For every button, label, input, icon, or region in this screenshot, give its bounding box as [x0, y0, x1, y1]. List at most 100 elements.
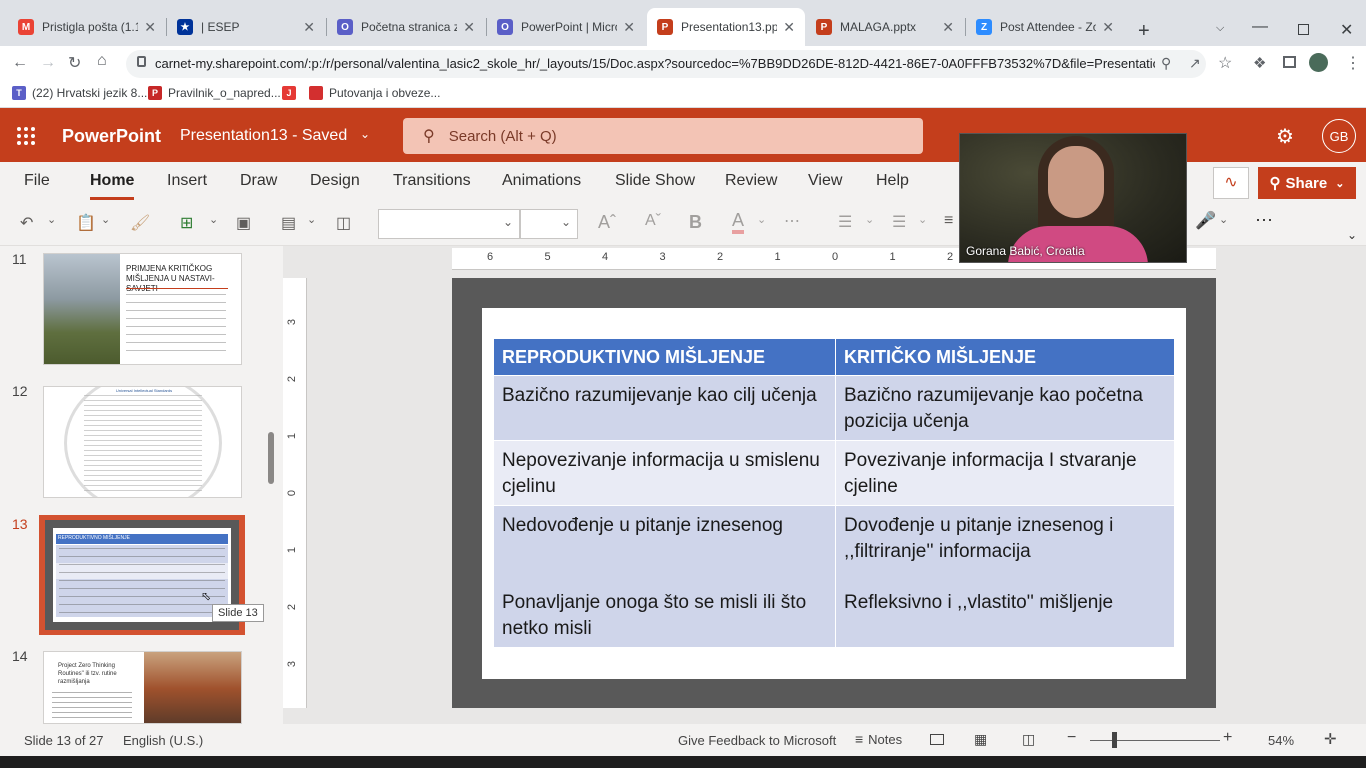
slide-sorter-icon[interactable]: ▦: [974, 731, 987, 748]
browser-tab[interactable]: O Početna stranica za | M ✕: [327, 8, 485, 46]
language-indicator[interactable]: English (U.S.): [123, 733, 203, 748]
activity-button[interactable]: ∿: [1213, 167, 1249, 199]
dictate-microphone-icon[interactable]: 🎤: [1195, 211, 1216, 231]
bookmark-star-icon[interactable]: ☆: [1218, 53, 1232, 73]
table-cell[interactable]: Dovođenje u pitanje iznesenog i ,,filtri…: [835, 505, 1175, 648]
app-name[interactable]: PowerPoint: [62, 126, 161, 147]
tab-review[interactable]: Review: [725, 172, 777, 190]
browser-tab[interactable]: P MALAGA.pptx ✕: [806, 8, 964, 46]
layout-dropdown-icon[interactable]: ⌄: [307, 213, 316, 226]
shape-fill-icon[interactable]: ◫: [336, 213, 351, 233]
browser-tab[interactable]: ★ | ESEP ✕: [167, 8, 325, 46]
tab-view[interactable]: View: [808, 172, 842, 190]
document-title[interactable]: Presentation13 - Saved: [180, 127, 347, 145]
table-cell[interactable]: Nedovođenje u pitanje iznesenog Ponavlja…: [493, 505, 836, 648]
tab-slide-show[interactable]: Slide Show: [615, 172, 695, 190]
bullets-icon[interactable]: ☰: [838, 212, 852, 232]
tab-help[interactable]: Help: [876, 172, 909, 190]
bold-icon[interactable]: B: [689, 212, 702, 233]
table-cell[interactable]: Nepovezivanje informacija u smislenu cje…: [493, 440, 836, 506]
tab-close-icon[interactable]: ✕: [942, 19, 954, 36]
zoom-slider[interactable]: [1090, 740, 1220, 741]
numbering-icon[interactable]: ☰: [892, 212, 906, 232]
tab-design[interactable]: Design: [310, 172, 360, 190]
tab-file[interactable]: File: [24, 172, 50, 190]
more-font-options-icon[interactable]: ⋯: [784, 211, 800, 231]
zoom-level[interactable]: 54%: [1268, 733, 1294, 748]
fit-to-window-icon[interactable]: ✛: [1324, 730, 1337, 748]
browser-tab[interactable]: P Presentation13.pptx ✕: [647, 8, 805, 46]
header-cell-reproductive[interactable]: REPRODUKTIVNO MIŠLJENJE: [493, 338, 836, 376]
bookmark-item[interactable]: J: [282, 86, 302, 100]
minimize-button[interactable]: —: [1252, 18, 1268, 36]
zoom-slider-thumb[interactable]: [1111, 732, 1117, 748]
paste-clipboard-icon[interactable]: 📋: [76, 213, 96, 233]
tab-insert[interactable]: Insert: [167, 172, 207, 190]
zoom-in-button[interactable]: +: [1223, 729, 1232, 747]
tab-close-icon[interactable]: ✕: [623, 19, 635, 36]
tab-draw[interactable]: Draw: [240, 172, 277, 190]
settings-gear-icon[interactable]: ⚙: [1276, 124, 1294, 149]
tab-close-icon[interactable]: ✕: [1102, 19, 1114, 36]
bookmark-item[interactable]: T (22) Hrvatski jezik 8....: [12, 86, 151, 100]
more-options-icon[interactable]: ⋯: [1255, 210, 1273, 231]
bookmark-item[interactable]: P Pravilnik_o_napred...: [148, 86, 281, 100]
browser-tab[interactable]: Z Post Attendee - Zoom ✕: [966, 8, 1124, 46]
restore-button[interactable]: [1298, 24, 1309, 35]
zoom-video-tile[interactable]: Gorana Babić, Croatia: [959, 133, 1187, 263]
tab-transitions[interactable]: Transitions: [393, 172, 471, 190]
thumbnail-scrollbar[interactable]: [268, 432, 274, 484]
tab-animations[interactable]: Animations: [502, 172, 581, 190]
bullets-dropdown-icon[interactable]: ⌄: [865, 213, 874, 226]
dictate-dropdown-icon[interactable]: ⌄: [1219, 213, 1228, 226]
app-launcher-icon[interactable]: [17, 127, 35, 145]
tab-search-icon[interactable]: ⌵: [1216, 22, 1224, 35]
zoom-out-button[interactable]: −: [1067, 729, 1076, 747]
tab-home[interactable]: Home: [90, 172, 134, 190]
font-family-dropdown[interactable]: ⌄: [378, 209, 520, 239]
tab-close-icon[interactable]: ✕: [303, 19, 315, 36]
thumbnail-slide-11[interactable]: PRIMJENA KRITIČKOG MIŠLJENJA U NASTAVI- …: [43, 253, 242, 365]
url-text[interactable]: carnet-my.sharepoint.com/:p:/r/personal/…: [155, 56, 1155, 71]
share-button[interactable]: ⚲ Share ⌄: [1258, 167, 1356, 199]
thumbnail-slide-12[interactable]: Universal Intellectual Standards: [43, 386, 242, 498]
side-panel-icon[interactable]: [1283, 56, 1296, 68]
reload-icon[interactable]: ↻: [68, 53, 81, 73]
tab-close-icon[interactable]: ✕: [144, 19, 156, 36]
ribbon-collapse-icon[interactable]: ⌄: [1347, 228, 1357, 242]
user-avatar[interactable]: GB: [1322, 119, 1356, 153]
new-slide-dropdown-icon[interactable]: ⌄: [209, 213, 218, 226]
numbering-dropdown-icon[interactable]: ⌄: [918, 213, 927, 226]
table-cell[interactable]: Bazično razumijevanje kao početna pozici…: [835, 375, 1175, 441]
table-cell[interactable]: Bazično razumijevanje kao cilj učenja: [493, 375, 836, 441]
layout-icon[interactable]: ▤: [281, 213, 296, 233]
profile-avatar[interactable]: [1309, 53, 1328, 72]
table-cell[interactable]: Povezivanje informacija I stvaranje cjel…: [835, 440, 1175, 506]
back-arrow-icon[interactable]: ←: [12, 54, 28, 72]
thumbnail-slide-14[interactable]: Project Zero Thinking Routines" ili tzv.…: [43, 651, 242, 724]
decrease-font-icon[interactable]: Aˇ: [645, 212, 661, 230]
bookmark-item[interactable]: Putovanja i obveze...: [309, 86, 440, 100]
forward-arrow-icon[interactable]: →: [40, 54, 56, 72]
font-color-dropdown-icon[interactable]: ⌄: [757, 213, 766, 226]
feedback-link[interactable]: Give Feedback to Microsoft: [678, 733, 836, 748]
search-box[interactable]: ⚲ Search (Alt + Q): [403, 118, 923, 154]
font-color-icon[interactable]: A: [732, 210, 745, 234]
browser-tab[interactable]: M Pristigla pošta (1.133) ✕: [8, 8, 166, 46]
browser-menu-icon[interactable]: ⋮: [1345, 53, 1361, 73]
new-tab-button[interactable]: +: [1138, 20, 1150, 43]
lock-icon[interactable]: [137, 56, 146, 67]
thumbnail-slide-13[interactable]: REPRODUKTIVNO MIŠLJENJE: [45, 520, 239, 630]
comparison-table[interactable]: REPRODUKTIVNO MIŠLJENJE KRITIČKO MIŠLJEN…: [493, 338, 1175, 648]
title-chevron-down-icon[interactable]: ⌄: [360, 127, 370, 141]
normal-view-icon[interactable]: [930, 734, 944, 745]
align-icon[interactable]: ≡: [944, 212, 953, 230]
format-painter-icon[interactable]: 🖌: [130, 213, 150, 233]
tab-close-icon[interactable]: ✕: [783, 19, 795, 36]
reading-view-icon[interactable]: ◫: [1022, 731, 1035, 748]
share-page-icon[interactable]: ↗: [1189, 55, 1201, 72]
undo-dropdown-icon[interactable]: ⌄: [47, 213, 56, 226]
zoom-lens-icon[interactable]: ⚲: [1161, 55, 1171, 72]
tab-close-icon[interactable]: ✕: [463, 19, 475, 36]
home-icon[interactable]: ⌂: [97, 52, 107, 70]
